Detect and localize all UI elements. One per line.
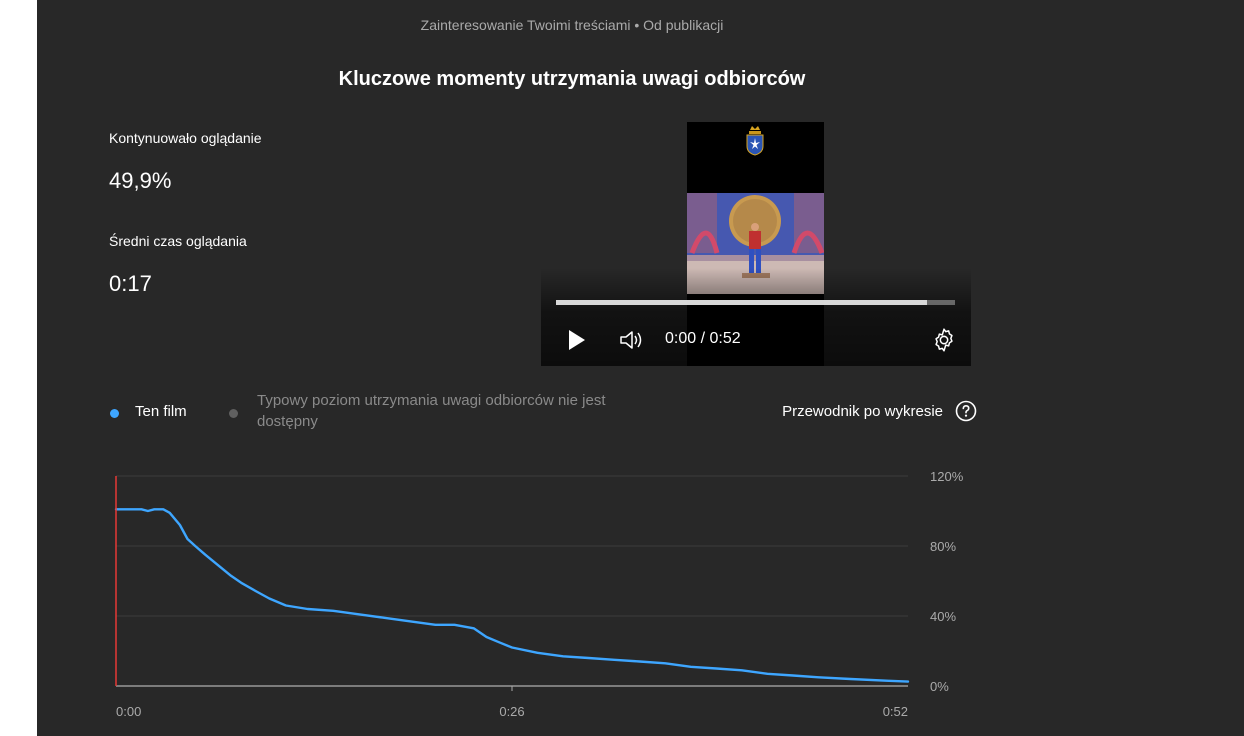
y-tick-label: 120%	[930, 469, 964, 484]
seek-bar[interactable]	[556, 300, 955, 305]
chart-grid	[116, 475, 908, 687]
chart-guide-link[interactable]: Przewodnik po wykresie	[737, 400, 977, 426]
series-line-this-video	[114, 508, 910, 683]
y-tick-label: 0%	[930, 679, 949, 694]
legend-typical: Typowy poziom utrzymania uwagi odbiorców…	[257, 390, 697, 432]
play-button[interactable]	[567, 328, 587, 352]
seek-bar-buffered	[556, 300, 928, 305]
x-tick-label: 0:26	[499, 704, 524, 719]
y-tick-label: 40%	[930, 609, 956, 624]
crest-logo	[746, 126, 764, 156]
x-axis-ticks: 0:00 0:26 0:52	[116, 686, 908, 719]
settings-button[interactable]	[931, 327, 957, 353]
x-tick-label: 0:00	[116, 704, 141, 719]
continued-watching-value: 49,9%	[109, 168, 172, 193]
retention-chart[interactable]: 120% 80% 40% 0% 0:00 0:26 0:52	[37, 460, 1244, 736]
avg-view-duration-value: 0:17	[109, 271, 152, 296]
legend-dot-typical	[229, 409, 238, 418]
retention-panel: Zainteresowanie Twoimi treściami • Od pu…	[37, 0, 1244, 736]
volume-button[interactable]	[619, 328, 645, 352]
legend-dot-this-video	[110, 409, 119, 418]
continued-watching-label: Kontynuowało oglądanie	[109, 130, 262, 146]
y-axis-ticks: 120% 80% 40% 0%	[930, 469, 964, 694]
help-icon[interactable]	[955, 400, 977, 422]
x-tick-label: 0:52	[883, 704, 908, 719]
settings-icon	[935, 328, 953, 352]
panel-subtitle: Zainteresowanie Twoimi treściami • Od pu…	[420, 17, 724, 33]
volume-icon	[620, 331, 642, 349]
chart-legend: Ten film Typowy poziom utrzymania uwagi …	[109, 388, 709, 438]
player-controls-overlay	[541, 268, 971, 366]
chart-guide-label: Przewodnik po wykresie	[782, 403, 943, 420]
video-player[interactable]: 0:00 / 0:52	[541, 122, 971, 366]
panel-title: Kluczowe momenty utrzymania uwagi odbior…	[338, 68, 806, 90]
avg-view-duration-label: Średni czas oglądania	[109, 233, 247, 249]
play-icon	[569, 330, 585, 350]
legend-typical-line-1: Typowy poziom utrzymania uwagi odbiorców…	[257, 392, 606, 409]
legend-typical-line-2: dostępny	[257, 413, 318, 430]
time-display: 0:00 / 0:52	[665, 330, 741, 347]
y-tick-label: 80%	[930, 539, 956, 554]
legend-this-video: Ten film	[135, 403, 187, 420]
